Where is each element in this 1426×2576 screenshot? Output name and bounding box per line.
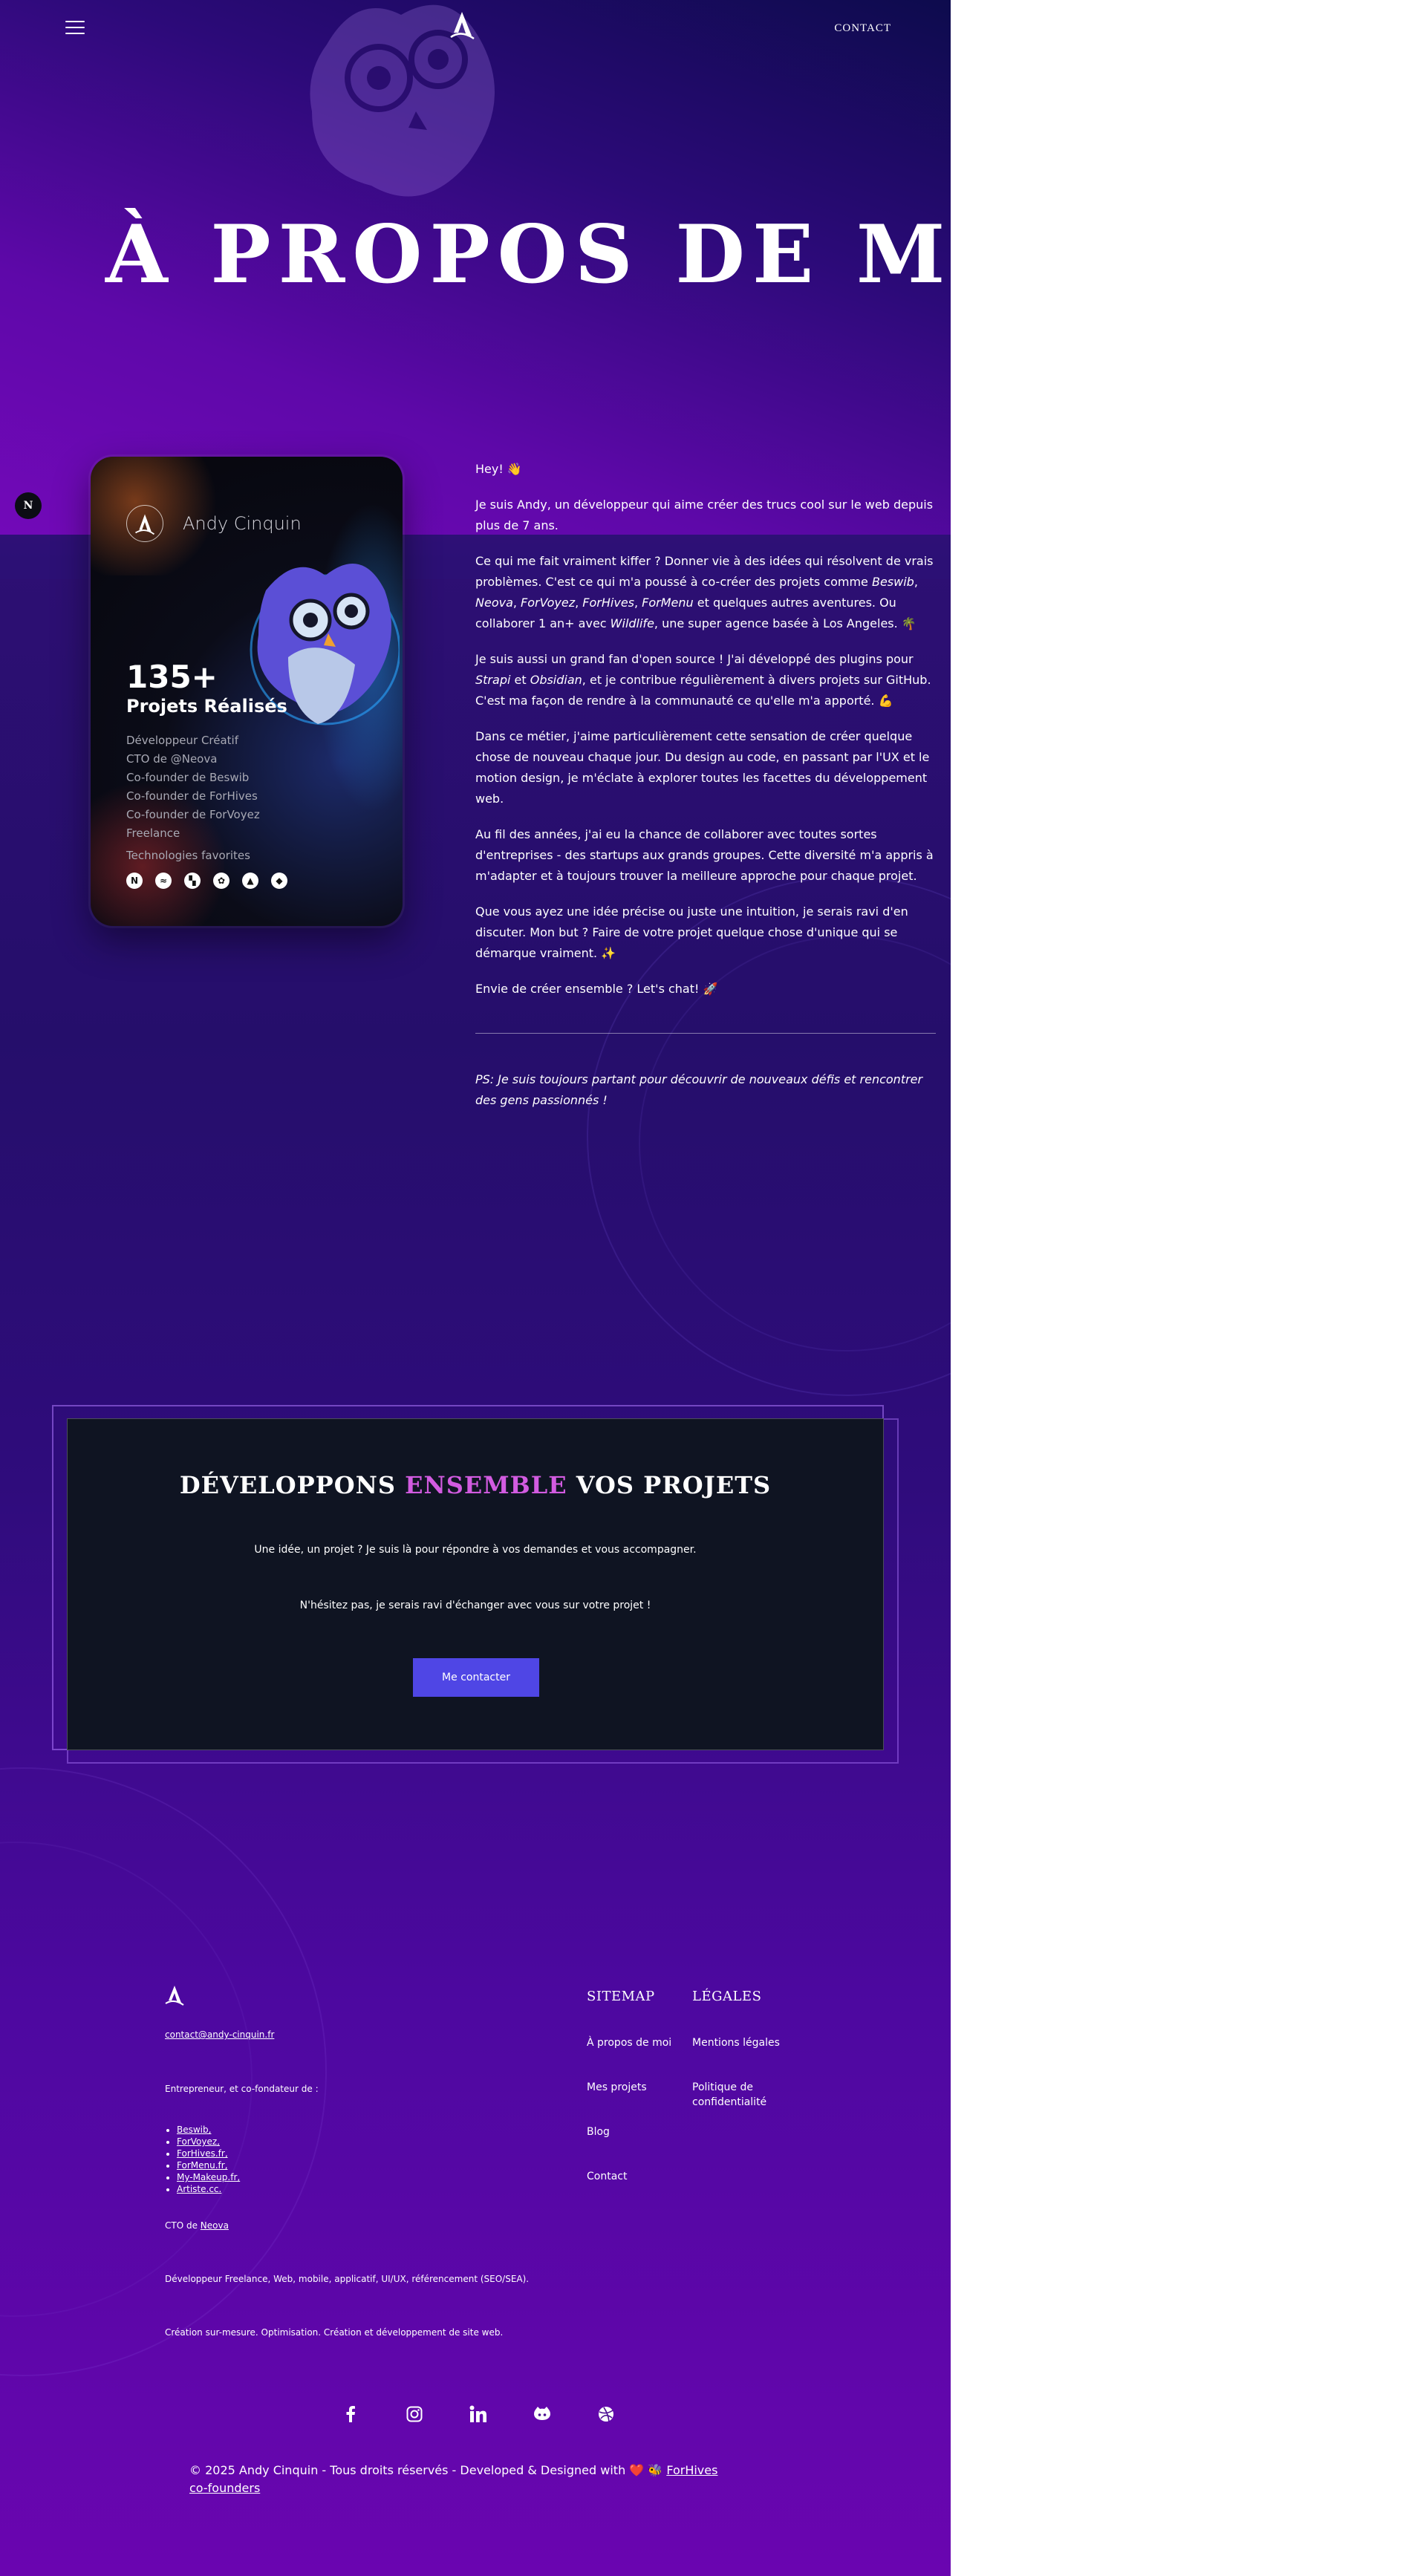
legal-link-mentions[interactable]: Mentions légales xyxy=(692,2035,780,2050)
cta-text: Une idée, un projet ? Je suis là pour ré… xyxy=(254,1544,697,1556)
company-link[interactable]: ForHives.fr, xyxy=(177,2148,240,2159)
hamburger-menu-icon[interactable] xyxy=(65,21,85,37)
about-text: Hey! 👋 Je suis Andy, un développeur qui … xyxy=(475,459,936,1014)
contact-link[interactable]: CONTACT xyxy=(834,22,891,35)
footer-creation-line: Création sur-mesure. Optimisation. Créat… xyxy=(165,2327,504,2338)
cta-title-part: DÉVELOPPONS xyxy=(179,1471,406,1499)
linkedin-icon[interactable] xyxy=(462,2404,495,2425)
footer-email-link[interactable]: contact@andy-cinquin.fr xyxy=(165,2029,274,2040)
cta-title-accent: ENSEMBLE xyxy=(405,1471,567,1499)
postscript: PS: Je suis toujours partant pour découv… xyxy=(475,1072,923,1107)
cta-title-part: VOS PROJETS xyxy=(567,1471,772,1499)
about-paragraph: Hey! 👋 xyxy=(475,462,522,476)
project-name: Neova xyxy=(475,596,513,610)
project-name: Beswib xyxy=(871,575,914,589)
role-item: Co-founder de ForHives xyxy=(126,789,258,803)
footer-entrepreneur: Entrepreneur, et co-fondateur de : xyxy=(165,2084,319,2094)
sitemap-link-projects[interactable]: Mes projets xyxy=(587,2080,647,2095)
copyright-text: © 2025 Andy Cinquin - Tous droits réserv… xyxy=(189,2463,667,2477)
tailwind-icon: ≈ xyxy=(155,873,172,889)
text-run: , une super agence basée à Los Angeles. … xyxy=(654,616,917,630)
cta-section: DÉVELOPPONS ENSEMBLE VOS PROJETS Une idé… xyxy=(67,1418,884,1750)
sitemap-link-blog[interactable]: Blog xyxy=(587,2125,610,2139)
nuxt-icon: ▲ xyxy=(242,873,258,889)
footer-cto: CTO de Neova xyxy=(165,2220,229,2231)
divider xyxy=(475,1033,936,1034)
profile-card: Andy Cinquin 135+ Projets Réalisés Dével… xyxy=(91,457,403,926)
legal-link-privacy[interactable]: Politique de confidentialité xyxy=(692,2080,789,2110)
github-icon[interactable] xyxy=(526,2404,559,2425)
footer-dev-line: Développeur Freelance, Web, mobile, appl… xyxy=(165,2274,530,2284)
projects-count-label: Projets Réalisés xyxy=(126,696,287,717)
text-run: , xyxy=(914,575,918,589)
contact-me-button[interactable]: Me contacter xyxy=(413,1658,539,1697)
about-paragraph: Je suis Andy, un développeur qui aime cr… xyxy=(475,498,934,532)
footer-companies-list: Beswib, ForVoyez, ForHives.fr, ForMenu.f… xyxy=(165,2124,240,2195)
text-run: , xyxy=(512,596,521,610)
sitemap-link-about[interactable]: À propos de moi xyxy=(587,2035,671,2050)
neova-link[interactable]: Neova xyxy=(201,2220,229,2231)
social-links xyxy=(334,2404,622,2425)
project-name: ForMenu xyxy=(642,596,694,610)
nextjs-icon: N xyxy=(126,873,143,889)
owl-illustration xyxy=(310,4,495,197)
roles-list: Développeur Créatif CTO de @Neova Co-fou… xyxy=(126,731,260,843)
company-link[interactable]: ForMenu.fr, xyxy=(177,2159,240,2171)
floating-badge-icon[interactable]: N xyxy=(15,492,42,519)
about-paragraph: Au fil des années, j'ai eu la chance de … xyxy=(475,827,934,883)
project-name: ForVoyez xyxy=(521,596,576,610)
footer-cto-prefix: CTO de xyxy=(165,2220,201,2231)
copyright: © 2025 Andy Cinquin - Tous droits réserv… xyxy=(189,2462,739,2497)
projects-count: 135+ xyxy=(126,659,218,695)
role-item: Développeur Créatif xyxy=(126,734,239,747)
dribbble-icon[interactable] xyxy=(590,2404,622,2425)
logo-icon[interactable] xyxy=(449,10,475,40)
company-link[interactable]: Beswib, xyxy=(177,2124,240,2136)
facebook-icon[interactable] xyxy=(334,2404,367,2425)
role-item: CTO de @Neova xyxy=(126,752,218,766)
avatar xyxy=(126,505,163,542)
agency-name: Wildlife xyxy=(610,616,654,630)
text-run: , xyxy=(575,596,583,610)
page-title: À PROPOS DE MOI xyxy=(105,208,951,301)
card-name: Andy Cinquin xyxy=(183,513,302,534)
role-item: Co-founder de Beswib xyxy=(126,771,250,784)
cta-title: DÉVELOPPONS ENSEMBLE VOS PROJETS xyxy=(68,1471,883,1499)
tech-icons: N ≈ ▚ ✿ ▲ ◆ xyxy=(126,873,287,889)
project-name: ForHives xyxy=(582,596,634,610)
cta-text: N'hésitez pas, je serais ravi d'échanger… xyxy=(299,1600,651,1611)
about-paragraph: Ce qui me fait vraiment kiffer ? Donner … xyxy=(475,551,936,634)
instagram-icon[interactable] xyxy=(398,2404,431,2425)
about-paragraph: Je suis aussi un grand fan d'open source… xyxy=(475,649,936,711)
footer-logo-icon[interactable] xyxy=(165,1985,184,2006)
tool-name: Obsidian xyxy=(530,673,582,687)
text-run: Ce qui me fait vraiment kiffer ? Donner … xyxy=(475,554,934,589)
text-run: , xyxy=(634,596,642,610)
text-run: et xyxy=(510,673,530,687)
tech-label: Technologies favorites xyxy=(126,849,250,862)
about-paragraph: Envie de créer ensemble ? Let's chat! 🚀 xyxy=(475,982,718,996)
company-link[interactable]: Artiste.cc. xyxy=(177,2183,240,2195)
role-item: Co-founder de ForVoyez xyxy=(126,808,260,821)
role-item: Freelance xyxy=(126,826,180,840)
about-paragraph: Que vous ayez une idée précise ou juste … xyxy=(475,904,908,960)
sitemap-title: SITEMAP xyxy=(587,1989,655,2004)
about-paragraph: Dans ce métier, j'aime particulièrement … xyxy=(475,729,930,806)
openai-icon: ✿ xyxy=(213,873,229,889)
tool-name: Strapi xyxy=(475,673,511,687)
sitemap-link-contact[interactable]: Contact xyxy=(587,2169,627,2184)
company-link[interactable]: My-Makeup.fr, xyxy=(177,2171,240,2183)
page-root: CONTACT À PROPOS DE MOI N Andy Cinquin 1… xyxy=(0,0,951,2576)
prisma-icon: ◆ xyxy=(271,873,287,889)
legal-title: LÉGALES xyxy=(692,1989,762,2004)
company-link[interactable]: ForVoyez, xyxy=(177,2136,240,2148)
text-run: Je suis aussi un grand fan d'open source… xyxy=(475,652,914,666)
strapi-icon: ▚ xyxy=(184,873,201,889)
